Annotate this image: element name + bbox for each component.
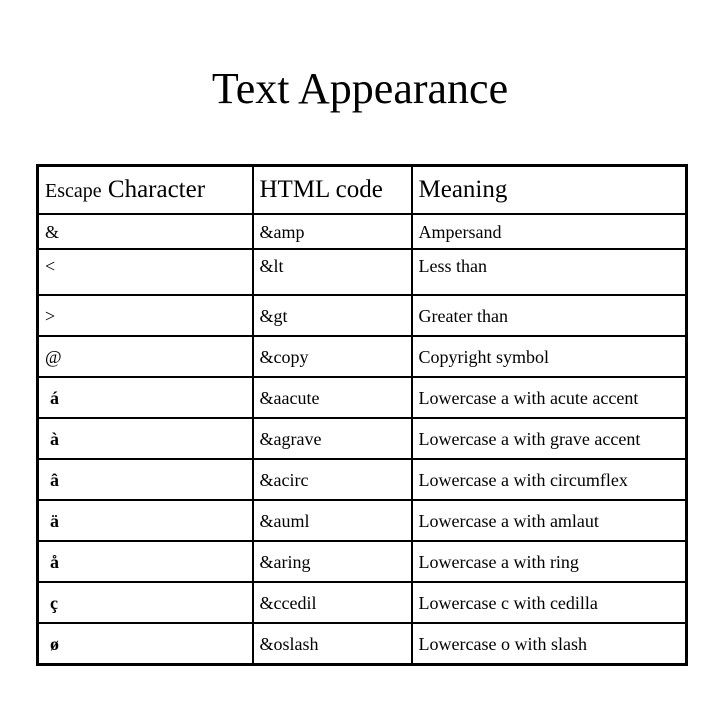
header-escape-suffix: Character	[101, 175, 206, 203]
cell-char: á	[36, 376, 254, 419]
table-row: @ &copy Copyright symbol	[36, 335, 688, 378]
cell-code: &amp	[251, 213, 413, 250]
cell-code: &aring	[251, 540, 413, 583]
table-row: > &gt Greater than	[36, 294, 688, 337]
header-escape-character: Escape Character	[36, 164, 254, 215]
table-header-row: Escape Character HTML code Meaning	[36, 164, 688, 215]
escape-character-table: Escape Character HTML code Meaning & &am…	[36, 164, 688, 666]
table-row: á &aacute Lowercase a with acute accent	[36, 376, 688, 419]
cell-code: &oslash	[251, 622, 413, 666]
cell-char: ç	[36, 581, 254, 624]
page-title: Text Appearance	[211, 64, 509, 113]
cell-char: à	[36, 417, 254, 460]
header-escape-prefix: Escape	[45, 179, 102, 202]
cell-meaning: Less than	[410, 248, 688, 296]
cell-char: &	[36, 213, 254, 250]
cell-char: å	[36, 540, 254, 583]
cell-code: &lt	[251, 248, 413, 296]
header-meaning: Meaning	[410, 164, 688, 215]
table-row: ø &oslash Lowercase o with slash	[36, 622, 688, 666]
cell-char: >	[36, 294, 254, 337]
cell-code: &copy	[251, 335, 413, 378]
cell-char: <	[36, 248, 254, 296]
cell-meaning: Copyright symbol	[410, 335, 688, 378]
cell-char: ä	[36, 499, 254, 542]
cell-meaning: Lowercase o with slash	[410, 622, 688, 666]
table-row: ä &auml Lowercase a with amlaut	[36, 499, 688, 542]
cell-meaning: Lowercase a with ring	[410, 540, 688, 583]
table-row: à &agrave Lowercase a with grave accent	[36, 417, 688, 460]
cell-meaning: Lowercase a with acute accent	[410, 376, 688, 419]
cell-meaning: Greater than	[410, 294, 688, 337]
cell-char: @	[36, 335, 254, 378]
cell-meaning: Lowercase c with cedilla	[410, 581, 688, 624]
table-row: < &lt Less than	[36, 248, 688, 296]
cell-char: â	[36, 458, 254, 501]
table-row: å &aring Lowercase a with ring	[36, 540, 688, 583]
cell-meaning: Lowercase a with amlaut	[410, 499, 688, 542]
cell-char: ø	[36, 622, 254, 666]
cell-code: &ccedil	[251, 581, 413, 624]
cell-code: &agrave	[251, 417, 413, 460]
cell-meaning: Lowercase a with grave accent	[410, 417, 688, 460]
cell-meaning: Lowercase a with circumflex	[410, 458, 688, 501]
cell-code: &auml	[251, 499, 413, 542]
table-row: ç &ccedil Lowercase c with cedilla	[36, 581, 688, 624]
header-html-code: HTML code	[251, 164, 413, 215]
cell-code: &gt	[251, 294, 413, 337]
cell-code: &aacute	[251, 376, 413, 419]
cell-meaning: Ampersand	[410, 213, 688, 250]
table-row: & &amp Ampersand	[36, 213, 688, 250]
cell-code: &acirc	[251, 458, 413, 501]
table-row: â &acirc Lowercase a with circumflex	[36, 458, 688, 501]
